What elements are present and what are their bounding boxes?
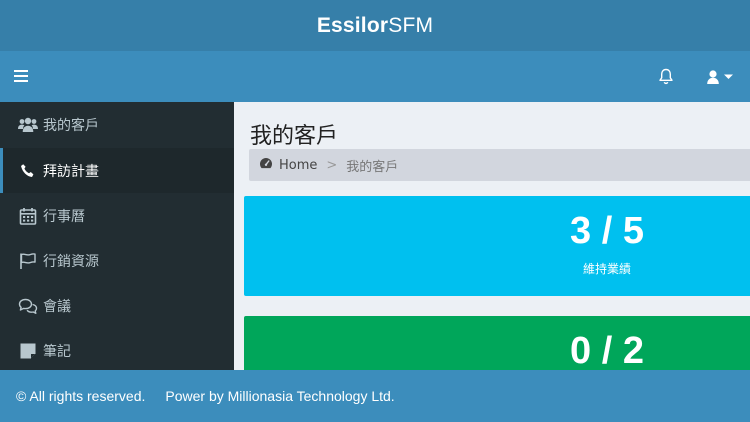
main-content: 我的客戶 Home > 我的客戶 3 / 5 維持業績 0 / 2 (234, 102, 750, 370)
calendar-icon (18, 206, 38, 226)
brand-light-text: SFM (388, 13, 434, 37)
breadcrumb-home-link[interactable]: Home (279, 158, 317, 173)
stat-value: 0 / 2 (570, 330, 644, 370)
sidebar-item-label: 筆記 (43, 343, 71, 360)
stat-box-maintain-performance[interactable]: 3 / 5 維持業績 (244, 196, 750, 296)
sidebar-item-my-customers[interactable]: 我的客戶 (0, 102, 234, 148)
breadcrumb: Home > 我的客戶 (249, 149, 750, 181)
app-brand: EssilorSFM (317, 14, 433, 38)
phone-icon (18, 161, 38, 181)
sidebar-item-label: 行銷資源 (43, 253, 99, 270)
brand-bold-text: Essilor (316, 13, 389, 37)
flag-icon (18, 251, 38, 271)
sidebar-item-visit-plan[interactable]: 拜訪計畫 (0, 148, 234, 193)
sticky-note-icon (18, 341, 38, 361)
app-title-bar: EssilorSFM (0, 0, 750, 51)
sidebar-item-label: 拜訪計畫 (43, 163, 99, 180)
top-navbar (0, 51, 750, 102)
footer-copyright: © All rights reserved. (16, 388, 146, 404)
sidebar-item-label: 我的客戶 (43, 118, 99, 134)
menu-toggle-icon[interactable] (14, 70, 28, 82)
user-menu-button[interactable] (706, 67, 738, 87)
sidebar-item-label: 行事曆 (43, 208, 85, 225)
sidebar-item-calendar[interactable]: 行事曆 (0, 193, 234, 238)
footer: © All rights reserved. Power by Milliona… (0, 370, 750, 422)
breadcrumb-separator: > (326, 157, 338, 173)
footer-power-text: Power by Millionasia Technology Ltd. (165, 388, 395, 404)
page-title: 我的客戶 (250, 124, 339, 149)
comments-icon (18, 296, 38, 316)
bell-icon[interactable] (658, 68, 674, 86)
sidebar-item-marketing-resources[interactable]: 行銷資源 (0, 238, 234, 283)
caret-down-icon (724, 74, 733, 79)
breadcrumb-current: 我的客戶 (346, 159, 399, 175)
user-icon (707, 70, 733, 84)
dashboard-icon (259, 157, 273, 173)
sidebar-item-label: 會議 (43, 298, 71, 315)
sidebar-item-notes[interactable]: 筆記 (0, 328, 234, 373)
stat-label: 維持業績 (582, 262, 631, 276)
users-icon (18, 115, 38, 135)
stat-value: 3 / 5 (570, 210, 644, 252)
stat-box-second[interactable]: 0 / 2 (244, 316, 750, 370)
sidebar: 我的客戶 拜訪計畫 行事曆 行銷資源 會議 筆記 (0, 102, 234, 370)
sidebar-item-meetings[interactable]: 會議 (0, 283, 234, 328)
